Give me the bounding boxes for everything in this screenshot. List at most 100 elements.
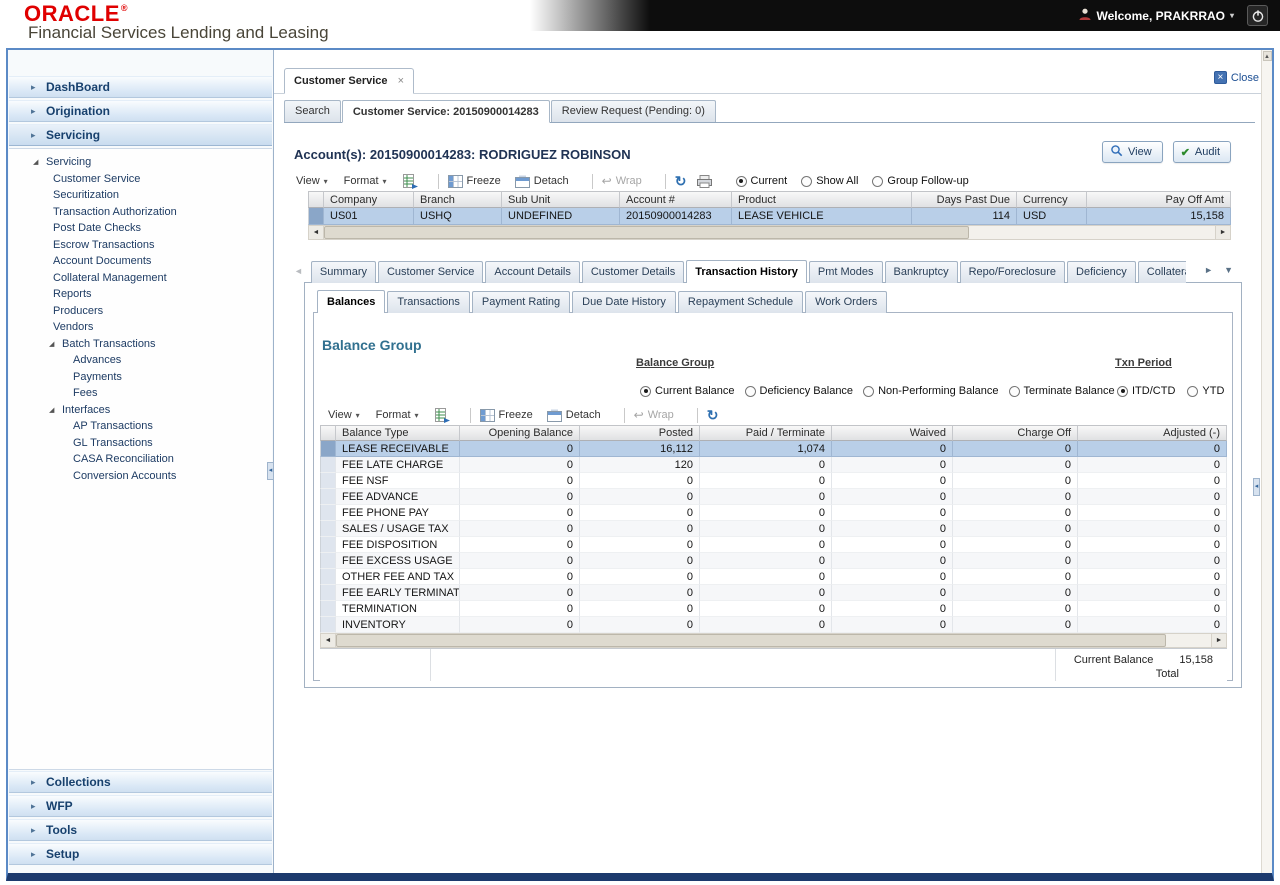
sidebar-collapse-handle[interactable]: ◂: [267, 462, 274, 480]
refresh-icon[interactable]: ↻: [675, 173, 687, 190]
account-tab-account-details[interactable]: Account Details: [485, 261, 579, 283]
wrap-button[interactable]: ↩Wrap: [602, 174, 642, 188]
row-selector-cell[interactable]: [320, 569, 336, 585]
scroll-right-icon[interactable]: ►: [1211, 634, 1226, 647]
row-selector-cell[interactable]: [320, 601, 336, 617]
detach-button[interactable]: Detach: [515, 175, 569, 188]
txn-tab-due-date-history[interactable]: Due Date History: [572, 291, 676, 313]
tree-item-conversion-accounts[interactable]: Conversion Accounts: [9, 468, 272, 485]
table-row[interactable]: US01USHQUNDEFINED20150900014283LEASE VEH…: [308, 208, 1231, 225]
table-row[interactable]: FEE PHONE PAY000000: [320, 505, 1227, 521]
column-header-account[interactable]: Account #: [620, 191, 732, 208]
tree-item-interfaces[interactable]: ◢Interfaces: [9, 402, 272, 419]
sidebar-section-dashboard[interactable]: ▸DashBoard: [9, 76, 272, 98]
tree-item-ap-transactions[interactable]: AP Transactions: [9, 418, 272, 435]
tree-item-collateral-management[interactable]: Collateral Management: [9, 270, 272, 287]
wrap-button[interactable]: ↩Wrap: [634, 408, 674, 422]
balance-group-option-deficiency-balance[interactable]: Deficiency Balance: [745, 385, 854, 397]
tab-close-icon[interactable]: ×: [398, 75, 404, 87]
column-header-branch[interactable]: Branch: [414, 191, 502, 208]
balance-group-option-non-performing-balance[interactable]: Non-Performing Balance: [863, 385, 998, 397]
detach-button[interactable]: Detach: [547, 409, 601, 422]
row-selector-cell[interactable]: [320, 617, 336, 633]
txn-tab-balances[interactable]: Balances: [317, 290, 385, 313]
freeze-button[interactable]: Freeze: [480, 409, 533, 422]
account-tab-repo-foreclosure[interactable]: Repo/Foreclosure: [960, 261, 1065, 283]
logout-power-icon[interactable]: [1247, 5, 1268, 26]
audit-button[interactable]: ✔ Audit: [1173, 141, 1231, 163]
table-row[interactable]: OTHER FEE AND TAX000000: [320, 569, 1227, 585]
format-menu[interactable]: Format▾: [344, 175, 387, 187]
row-selector-cell[interactable]: [320, 537, 336, 553]
export-to-excel-icon[interactable]: [403, 174, 419, 189]
sidebar-section-servicing[interactable]: ▸Servicing: [9, 124, 272, 146]
account-tab-bankruptcy[interactable]: Bankruptcy: [885, 261, 958, 283]
column-header-balance-type[interactable]: Balance Type: [336, 425, 460, 441]
column-header-waived[interactable]: Waived: [832, 425, 953, 441]
scrollbar-track[interactable]: [969, 226, 1215, 239]
row-selector-cell[interactable]: [320, 585, 336, 601]
txn-tab-payment-rating[interactable]: Payment Rating: [472, 291, 570, 313]
column-header-posted[interactable]: Posted: [580, 425, 700, 441]
tree-item-vendors[interactable]: Vendors: [9, 319, 272, 336]
tree-item-producers[interactable]: Producers: [9, 303, 272, 320]
sidebar-section-setup[interactable]: ▸Setup: [9, 843, 272, 865]
tree-item-servicing[interactable]: ◢Servicing: [9, 154, 272, 171]
row-selector-cell[interactable]: [320, 553, 336, 569]
sidebar-section-collections[interactable]: ▸Collections: [9, 771, 272, 793]
sidebar-section-wfp[interactable]: ▸WFP: [9, 795, 272, 817]
tree-item-casa-reconciliation[interactable]: CASA Reconciliation: [9, 451, 272, 468]
row-selector-cell[interactable]: [308, 208, 324, 225]
view-button[interactable]: View: [1102, 141, 1163, 163]
balance-table-hscrollbar[interactable]: ◄ ►: [320, 633, 1227, 648]
column-header-opening-balance[interactable]: Opening Balance: [460, 425, 580, 441]
export-to-excel-icon[interactable]: [435, 408, 451, 423]
tabs-scroll-right-icon[interactable]: ►: [1204, 265, 1213, 275]
account-tab-pmt-modes[interactable]: Pmt Modes: [809, 261, 883, 283]
tree-item-account-documents[interactable]: Account Documents: [9, 253, 272, 270]
account-tab-customer-details[interactable]: Customer Details: [582, 261, 684, 283]
scroll-up-icon[interactable]: ▲: [1263, 51, 1272, 61]
table-row[interactable]: FEE ADVANCE000000: [320, 489, 1227, 505]
tabs-overflow-icon[interactable]: ▼: [1224, 265, 1233, 275]
table-row[interactable]: FEE NSF000000: [320, 473, 1227, 489]
window-tab-customer-service[interactable]: Customer Service ×: [284, 68, 414, 94]
txn-tab-repayment-schedule[interactable]: Repayment Schedule: [678, 291, 803, 313]
account-tab-transaction-history[interactable]: Transaction History: [686, 260, 807, 283]
column-header-adjusted[interactable]: Adjusted (-): [1078, 425, 1227, 441]
account-table-hscrollbar[interactable]: ◄ ►: [308, 225, 1231, 240]
refresh-icon[interactable]: ↻: [707, 407, 719, 424]
account-tab-deficiency[interactable]: Deficiency: [1067, 261, 1136, 283]
table-row[interactable]: SALES / USAGE TAX000000: [320, 521, 1227, 537]
tree-item-transaction-authorization[interactable]: Transaction Authorization: [9, 204, 272, 221]
scrollbar-thumb[interactable]: [324, 226, 969, 239]
row-selector-cell[interactable]: [320, 521, 336, 537]
freeze-button[interactable]: Freeze: [448, 175, 501, 188]
column-header-currency[interactable]: Currency: [1017, 191, 1087, 208]
table-row[interactable]: FEE DISPOSITION000000: [320, 537, 1227, 553]
row-selector-cell[interactable]: [320, 457, 336, 473]
txn-tab-transactions[interactable]: Transactions: [387, 291, 470, 313]
txn-tab-work-orders[interactable]: Work Orders: [805, 291, 887, 313]
print-icon[interactable]: [697, 175, 712, 188]
row-selector-cell[interactable]: [320, 489, 336, 505]
table-row[interactable]: FEE EXCESS USAGE000000: [320, 553, 1227, 569]
tabs-scroll-left-icon[interactable]: ◄: [294, 266, 303, 276]
balance-group-option-terminate-balance[interactable]: Terminate Balance: [1009, 385, 1115, 397]
table-row[interactable]: TERMINATION000000: [320, 601, 1227, 617]
tree-item-securitization[interactable]: Securitization: [9, 187, 272, 204]
table-row[interactable]: FEE EARLY TERMINAT...000000: [320, 585, 1227, 601]
sidebar-section-origination[interactable]: ▸Origination: [9, 100, 272, 122]
tree-item-payments[interactable]: Payments: [9, 369, 272, 386]
scroll-left-icon[interactable]: ◄: [309, 226, 324, 239]
tree-item-customer-service[interactable]: Customer Service: [9, 171, 272, 188]
row-selector-cell[interactable]: [320, 473, 336, 489]
page-tab-review-request-pending-0[interactable]: Review Request (Pending: 0): [551, 100, 716, 122]
vertical-scrollbar[interactable]: ▲: [1261, 50, 1272, 873]
column-header-sub-unit[interactable]: Sub Unit: [502, 191, 620, 208]
tree-item-escrow-transactions[interactable]: Escrow Transactions: [9, 237, 272, 254]
table-row[interactable]: LEASE RECEIVABLE016,1121,074000: [320, 441, 1227, 457]
row-selector-cell[interactable]: [320, 505, 336, 521]
table-row[interactable]: FEE LATE CHARGE01200000: [320, 457, 1227, 473]
txn-period-option-ytd[interactable]: YTD: [1187, 385, 1224, 397]
